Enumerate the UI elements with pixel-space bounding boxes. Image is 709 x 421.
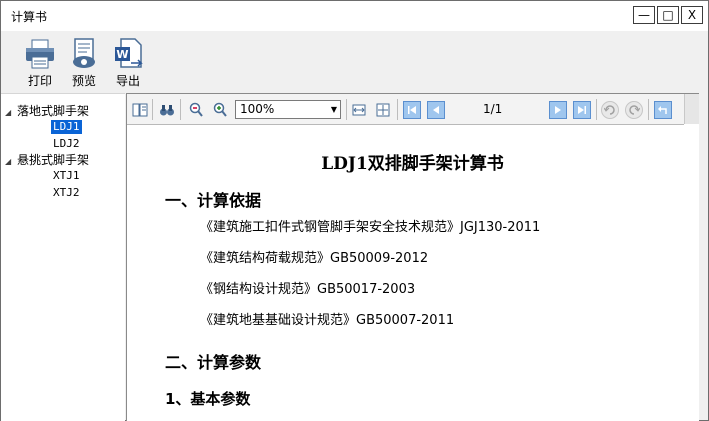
zoom-value: 100%: [240, 102, 275, 116]
next-page-icon: [555, 106, 561, 114]
main-toolbar: 打印 预览 W 导出: [1, 31, 708, 93]
app-window: 计算书 — □ X 打印 预览 W 导出 ◢ 落地式脚手架 LDJ1 LDJ2 …: [0, 0, 709, 421]
document-tree: ◢ 落地式脚手架 LDJ1 LDJ2 ◢ 悬挑式脚手架 XTJ1 XTJ2: [1, 93, 125, 421]
preview-icon: [73, 38, 95, 68]
reference-line: 《钢结构设计规范》GB50017-2003: [200, 282, 416, 297]
tree-item-xtj1[interactable]: XTJ1: [51, 169, 82, 183]
section-heading-calculation-basis: 一、计算依据: [165, 191, 262, 210]
section-heading-calculation-parameters: 二、计算参数: [165, 353, 262, 372]
last-page-button[interactable]: [573, 101, 591, 119]
full-page-icon: [376, 103, 390, 117]
next-page-button[interactable]: [549, 101, 567, 119]
return-icon: [658, 106, 667, 114]
toolbar-separator: [346, 99, 347, 120]
export-label: 导出: [115, 74, 140, 88]
preview-button[interactable]: 预览: [63, 37, 105, 93]
print-button[interactable]: 打印: [19, 37, 61, 93]
print-label: 打印: [27, 74, 52, 88]
find-button[interactable]: [158, 101, 176, 119]
tree-group-label: 落地式脚手架: [17, 104, 90, 118]
zoom-in-icon: [213, 102, 227, 117]
preview-label: 预览: [71, 74, 96, 88]
maximize-icon: □: [662, 8, 674, 22]
minimize-button[interactable]: —: [633, 6, 655, 24]
tree-group-label: 悬挑式脚手架: [17, 153, 90, 167]
previous-page-button[interactable]: [427, 101, 445, 119]
document-map-button[interactable]: [131, 101, 149, 119]
export-button[interactable]: W 导出: [107, 37, 149, 93]
report-page: LDJ1双排脚手架计算书 一、计算依据 《建筑施工扣件式钢管脚手架安全技术规范》…: [127, 125, 698, 421]
zoom-select[interactable]: 100% ▼: [235, 100, 341, 119]
toolbar-separator: [180, 99, 181, 120]
expanded-arrow-icon: ◢: [5, 108, 12, 117]
zoom-in-button[interactable]: [211, 101, 229, 119]
document-map-icon: [132, 103, 148, 117]
minimize-icon: —: [638, 8, 650, 22]
close-icon: X: [687, 8, 697, 22]
tree-group-ground-scaffold[interactable]: ◢ 落地式脚手架: [5, 102, 89, 119]
tree-group-cantilever-scaffold[interactable]: ◢ 悬挑式脚手架: [5, 151, 89, 168]
toolbar-separator: [596, 99, 597, 120]
page-indicator: 1/1: [483, 102, 503, 116]
report-viewer: 100% ▼ 1/1 LDJ1双排脚手架计算书 一、计算依据 《建筑施工扣件式钢…: [126, 93, 699, 421]
fit-width-button[interactable]: [350, 101, 368, 119]
zoom-out-button[interactable]: [187, 101, 205, 119]
fit-width-icon: [352, 104, 366, 116]
forward-button[interactable]: [625, 101, 643, 119]
export-word-icon: W: [115, 38, 143, 68]
toolbar-separator: [152, 99, 153, 120]
first-page-button[interactable]: [403, 101, 421, 119]
maximize-button[interactable]: □: [657, 6, 679, 24]
previous-page-icon: [433, 106, 439, 114]
back-icon: [604, 105, 615, 115]
tree-item-ldj2[interactable]: LDJ2: [51, 137, 82, 151]
viewer-toolbar: 100% ▼ 1/1: [127, 94, 684, 125]
reference-line: 《建筑施工扣件式钢管脚手架安全技术规范》JGJ130-2011: [200, 220, 541, 235]
toolbar-separator: [397, 99, 398, 120]
back-to-parent-button[interactable]: [654, 101, 672, 119]
tree-item-ldj1[interactable]: LDJ1: [50, 119, 83, 135]
first-page-icon: [408, 106, 416, 114]
forward-icon: [629, 105, 640, 115]
printer-icon: [26, 39, 54, 69]
subsection-heading-basic-parameters: 1、基本参数: [165, 390, 251, 408]
zoom-out-icon: [189, 102, 203, 117]
window-title: 计算书: [11, 10, 48, 24]
toolbar-overflow-grip[interactable]: [684, 94, 699, 124]
svg-text:W: W: [116, 48, 128, 61]
report-title: LDJ1双排脚手架计算书: [321, 154, 504, 174]
toolbar-separator: [648, 99, 649, 120]
window-controls: — □ X: [631, 6, 703, 24]
back-button[interactable]: [601, 101, 619, 119]
reference-line: 《建筑地基基础设计规范》GB50007-2011: [200, 313, 455, 328]
expanded-arrow-icon: ◢: [5, 157, 12, 166]
last-page-icon: [578, 106, 586, 114]
full-page-button[interactable]: [374, 101, 392, 119]
binoculars-icon: [160, 105, 174, 116]
reference-line: 《建筑结构荷载规范》GB50009-2012: [200, 251, 429, 266]
chevron-down-icon: ▼: [330, 105, 337, 114]
tree-item-xtj2[interactable]: XTJ2: [51, 186, 82, 200]
title-bar: 计算书 — □ X: [1, 1, 708, 31]
close-button[interactable]: X: [681, 6, 703, 24]
